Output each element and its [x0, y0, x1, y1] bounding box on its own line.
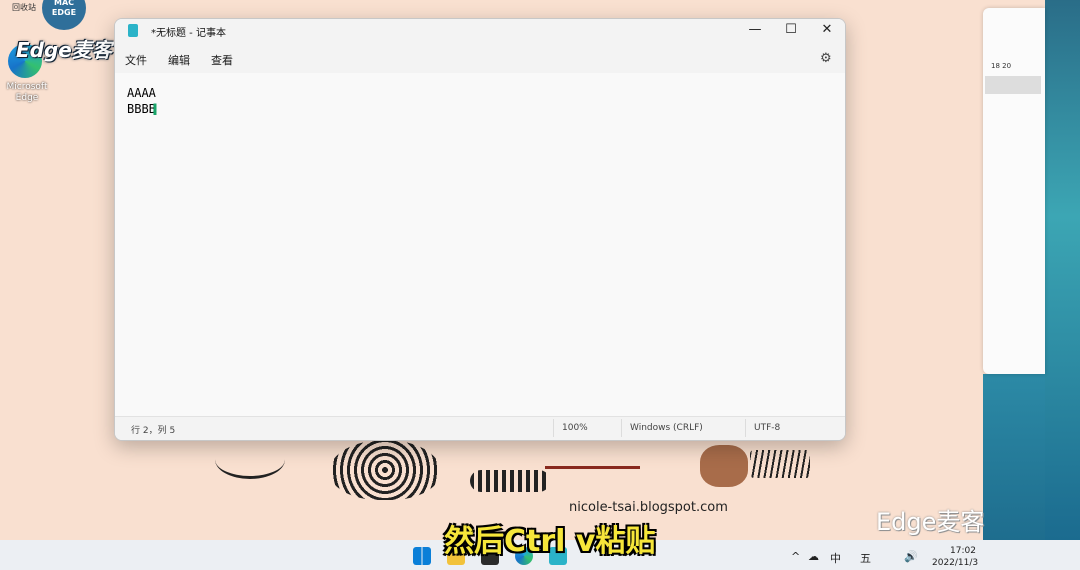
blog-url-text: nicole-tsai.blogspot.com — [569, 500, 728, 515]
windows-start-icon[interactable] — [413, 547, 431, 565]
minimize-button[interactable]: — — [737, 19, 773, 41]
doodle-illustration — [215, 440, 285, 479]
doodle-illustration — [470, 470, 550, 492]
menu-view[interactable]: 查看 — [211, 52, 233, 68]
ime-language-indicator[interactable]: 中 — [830, 550, 841, 566]
status-cursor-position: 行 2，列 5 — [131, 426, 176, 436]
doodle-illustration — [330, 440, 440, 500]
wallpaper — [983, 374, 1045, 540]
watermark-text: Edge麦客 — [876, 508, 985, 536]
notepad-icon — [128, 24, 138, 37]
tray-overflow-chevron-icon[interactable]: ^ — [791, 550, 800, 563]
text-editor-area[interactable] — [115, 73, 845, 415]
window-title: *无标题 - 记事本 — [151, 28, 226, 39]
status-bar — [115, 416, 845, 440]
maximize-button[interactable]: ☐ — [773, 19, 809, 41]
brand-logo-text: Edge麦客 — [16, 38, 112, 62]
status-divider — [621, 419, 622, 437]
doodle-illustration — [545, 440, 640, 469]
gear-icon[interactable]: ⚙ — [820, 51, 832, 66]
doodle-illustration — [700, 445, 748, 487]
notepad-window[interactable]: *无标题 - 记事本 — ☐ ✕ 文件 编辑 查看 ⚙ AAAA BBBB I … — [114, 18, 846, 441]
clock-date[interactable]: 2022/11/3 — [932, 558, 978, 568]
edge-desktop-label[interactable]: Microsoft Edge — [2, 82, 52, 104]
wallpaper — [1045, 0, 1080, 540]
close-button[interactable]: ✕ — [809, 19, 845, 41]
video-subtitle: 然后Ctrl v粘贴 — [444, 524, 656, 559]
menu-edit[interactable]: 编辑 — [168, 52, 190, 68]
cloud-icon[interactable]: ☁ — [808, 550, 819, 563]
mac-edge-logo: MAC EDGE — [42, 0, 86, 30]
recycle-bin-label: 回收站 — [12, 3, 36, 12]
status-divider — [553, 419, 554, 437]
status-zoom: 100% — [562, 423, 588, 433]
status-line-ending: Windows (CRLF) — [630, 423, 703, 433]
doodle-illustration — [750, 450, 810, 478]
status-encoding: UTF-8 — [754, 423, 781, 433]
clock-time[interactable]: 17:02 — [950, 546, 976, 556]
ruler: 18 20 — [991, 62, 1012, 70]
ime-mode-indicator[interactable]: 五 — [860, 550, 871, 566]
background-window-toolbar — [985, 76, 1041, 94]
menu-file[interactable]: 文件 — [125, 52, 147, 68]
text-cursor-icon: I — [152, 100, 158, 119]
volume-icon[interactable]: 🔊 — [904, 550, 918, 563]
status-divider — [745, 419, 746, 437]
